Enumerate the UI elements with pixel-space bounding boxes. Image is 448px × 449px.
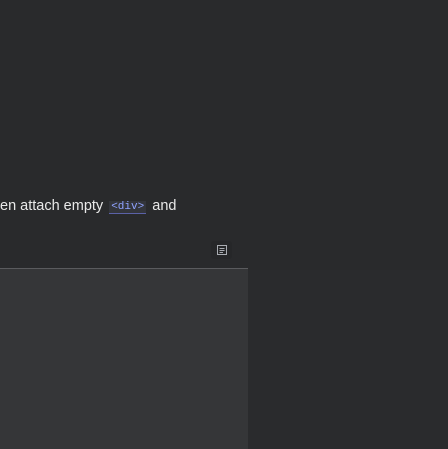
message-text-before: en attach empty (0, 198, 104, 214)
copy-icon (216, 244, 228, 256)
copy-button[interactable] (211, 241, 232, 259)
inline-code: <div> (109, 201, 147, 214)
message-text: en attach empty <div> and (0, 198, 176, 214)
message-text-after: and (152, 198, 177, 214)
chat-background (0, 0, 448, 270)
code-panel (0, 268, 248, 449)
